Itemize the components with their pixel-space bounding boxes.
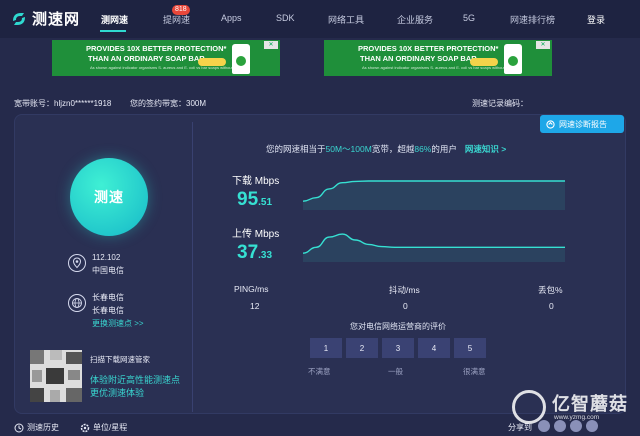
bandwidth-label: 您的签约带宽：: [130, 99, 186, 108]
bandwidth-value: 300M: [186, 99, 207, 108]
start-test-button[interactable]: 测速: [70, 158, 148, 236]
watermark-circle-icon: [512, 390, 546, 424]
diagnosis-report-button[interactable]: 网速诊断报告: [540, 115, 624, 133]
scan-download-title: 扫描下载网速管家: [90, 355, 150, 364]
nav-sdk[interactable]: SDK: [276, 13, 295, 23]
packet-loss-value: 0: [549, 301, 554, 311]
nav-test-speed[interactable]: 测网速: [101, 13, 128, 26]
ad-cta-button[interactable]: [470, 58, 498, 66]
ad-close-icon[interactable]: ✕: [264, 41, 278, 49]
summary-range: 50M～100M: [325, 144, 372, 154]
download-speed-int: 95: [237, 189, 259, 210]
rating-button-3[interactable]: 3: [382, 338, 414, 358]
account-label: 宽带账号：: [14, 99, 54, 108]
rating-question: 您对电信网络运营商的评价: [350, 322, 446, 331]
upload-speed-int: 37: [237, 242, 259, 263]
history-icon: [14, 423, 24, 432]
location-pin-icon: [68, 254, 86, 272]
diagnosis-icon: [546, 119, 555, 129]
download-area: [303, 181, 565, 210]
node-isp: 长春电信: [92, 306, 124, 315]
soap-bottle-icon: [232, 44, 250, 74]
upload-speed-dec: .33: [258, 250, 273, 261]
history-button[interactable]: 测速历史: [14, 422, 59, 433]
login-link[interactable]: 登录: [587, 13, 605, 26]
ping-value: 12: [250, 301, 260, 311]
rating-mid-label: 一般: [388, 367, 403, 376]
watermark-text: 亿智蘑菇: [552, 394, 628, 414]
change-node-link[interactable]: 更换测速点 >>: [92, 318, 144, 329]
summary-mid: 宽带，超越: [371, 144, 415, 154]
soap-bottle-icon: [504, 44, 522, 74]
rating-button-1[interactable]: 1: [310, 338, 342, 358]
ping-label: PING/ms: [234, 284, 269, 294]
rating-button-5[interactable]: 5: [454, 338, 486, 358]
rating-button-2[interactable]: 2: [346, 338, 378, 358]
ad-headline-2: THAN AN ORDINARY SOAP BAR: [88, 54, 205, 63]
speed-summary: 您的网速相当于50M～100M宽带，超越86%的用户 网速知识 >: [266, 143, 506, 155]
unit-settings-button[interactable]: 单位/星程: [80, 422, 127, 433]
speed-knowledge-link[interactable]: 网速知识 >: [465, 144, 506, 154]
download-chart: [303, 180, 565, 210]
speed-logo-icon: [13, 12, 25, 25]
qr-code: [30, 350, 82, 402]
watermark-url: www.yzmg.com: [554, 414, 600, 421]
nav-boost-speed[interactable]: 提网速: [163, 13, 190, 26]
account-value: hljzn0******1918: [54, 99, 112, 108]
nav-5g[interactable]: 5G: [463, 13, 475, 23]
ad-headline: PROVIDES 10X BETTER PROTECTION*: [86, 44, 227, 53]
brand-name: 测速网: [32, 11, 81, 28]
ad-headline-2: THAN AN ORDINARY SOAP BAR: [360, 54, 477, 63]
ad-banner-right[interactable]: PROVIDES 10X BETTER PROTECTION* THAN AN …: [324, 40, 552, 76]
unit-label: 单位/星程: [93, 423, 128, 432]
account-info: 宽带账号：hljzn0******1918: [14, 98, 111, 109]
download-speed-dec: .51: [258, 197, 273, 208]
summary-prefix: 您的网速相当于: [266, 144, 326, 154]
ad-fineprint: As shown against indicator organisms S. …: [90, 65, 248, 70]
rating-low-label: 不满意: [308, 367, 331, 376]
bandwidth-info: 您的签约带宽：300M: [130, 98, 206, 109]
download-speed: 95.51: [237, 189, 272, 211]
nav-apps[interactable]: Apps: [221, 13, 242, 23]
upload-label: 上传 Mbps: [232, 229, 280, 240]
ad-headline: PROVIDES 10X BETTER PROTECTION*: [358, 44, 499, 53]
gear-icon: [80, 423, 90, 432]
isp-name: 中国电信: [92, 266, 124, 275]
nav-speed-ranking[interactable]: 网速排行榜: [510, 13, 555, 26]
upload-chart: [303, 233, 565, 262]
ip-address: 112.102: [92, 253, 121, 262]
site-logo[interactable]: 测速网: [10, 8, 80, 29]
active-tab-indicator: [100, 30, 126, 32]
watermark-logo: 亿智蘑菇 www.yzmg.com: [512, 384, 638, 430]
upload-speed: 37.33: [237, 242, 272, 264]
nav-network-tools[interactable]: 网络工具: [328, 13, 364, 26]
jitter-value: 0: [403, 301, 408, 311]
globe-icon: [68, 294, 86, 312]
nav-enterprise[interactable]: 企业服务: [397, 13, 433, 26]
ad-cta-button[interactable]: [198, 58, 226, 66]
ad-banner-left[interactable]: PROVIDES 10X BETTER PROTECTION* THAN AN …: [52, 40, 280, 76]
upload-area: [303, 234, 565, 262]
rating-high-label: 很满意: [463, 367, 486, 376]
record-code-label: 测速记录编码：: [472, 99, 528, 108]
download-label: 下载 Mbps: [232, 176, 280, 187]
diagnosis-label: 网速诊断报告: [559, 119, 607, 129]
ad-fineprint: As shown against indicator organisms S. …: [362, 65, 520, 70]
top-nav-bar: 测速网 测网速 818 提网速 Apps SDK 网络工具 企业服务 5G 网速…: [0, 0, 640, 38]
scan-benefit-2: 更优测速体验: [90, 388, 145, 398]
ad-close-icon[interactable]: ✕: [536, 41, 550, 49]
history-label: 测速历史: [27, 423, 59, 432]
node-city: 长春电信: [92, 293, 124, 302]
summary-percent: 86%: [414, 144, 432, 154]
jitter-label: 抖动/ms: [389, 285, 420, 295]
panel-divider: [192, 122, 193, 412]
scan-benefit-1: 体验附近高性能测速点: [90, 375, 181, 385]
summary-suffix: 的用户: [431, 144, 457, 154]
packet-loss-label: 丢包%: [538, 285, 563, 295]
rating-button-4[interactable]: 4: [418, 338, 450, 358]
start-test-label: 测速: [94, 189, 124, 205]
